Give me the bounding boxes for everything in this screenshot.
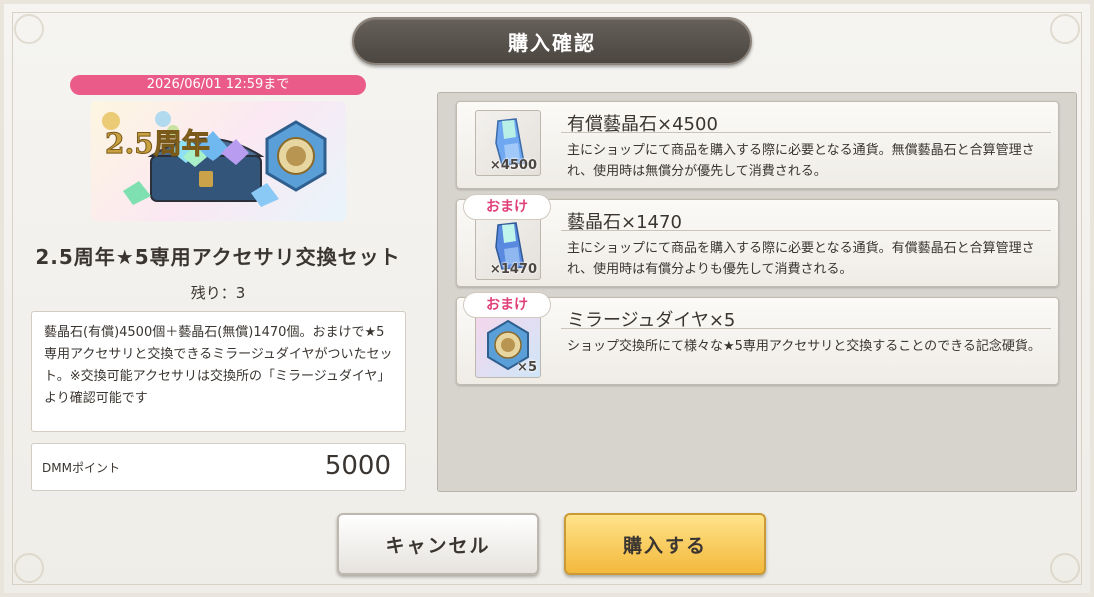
divider	[561, 328, 1051, 329]
points-label: DMMポイント	[42, 461, 120, 475]
paid-gem-icon: ×4500	[475, 110, 541, 176]
divider	[561, 230, 1051, 231]
item-count: ×1470	[489, 262, 537, 277]
item-description: ショップ交換所にて様々な★5専用アクセサリと交換することのできる記念硬貨。	[567, 339, 1041, 354]
mirage-diamond-icon: ×5	[475, 312, 541, 378]
item-description: 主にショップにて商品を購入する際に必要となる通貨。有償藝晶石と合算管理され、使用…	[567, 241, 1035, 277]
product-description: 藝晶石(有償)4500個＋藝晶石(無償)1470個。おまけで★5専用アクセサリと…	[31, 311, 406, 432]
points-field: DMMポイント 5000	[31, 443, 406, 491]
item-count: ×4500	[489, 158, 537, 173]
cancel-button[interactable]: キャンセル	[337, 513, 539, 575]
product-banner-image: 2.5周年	[91, 101, 346, 221]
banner-anniversary-text: 2.5周年	[105, 127, 210, 160]
list-item: ×4500 有償藝晶石×4500 主にショップにて商品を購入する際に必要となる通…	[456, 101, 1059, 189]
dialog-title: 購入確認	[508, 30, 596, 55]
bonus-badge: おまけ	[463, 292, 551, 318]
points-value: 5000	[324, 451, 391, 481]
item-description: 主にショップにて商品を購入する際に必要となる通貨。無償藝晶石と合算管理され、使用…	[567, 143, 1035, 179]
buy-button[interactable]: 購入する	[564, 513, 766, 575]
divider	[561, 132, 1051, 133]
corner-ornament	[14, 553, 44, 583]
corner-ornament	[1050, 14, 1080, 44]
bonus-badge: おまけ	[463, 194, 551, 220]
dialog-title-bar: 購入確認	[352, 17, 752, 65]
corner-ornament	[14, 14, 44, 44]
remaining-count: 残り：3	[190, 284, 246, 302]
treasure-chest-icon: 2.5周年	[102, 111, 327, 207]
product-title: 2.5周年★5専用アクセサリ交換セット	[35, 245, 401, 269]
corner-ornament	[1050, 553, 1080, 583]
gem-bundle-icon: ×1470	[475, 214, 541, 280]
item-count: ×5	[517, 360, 537, 375]
deadline-badge: 2026/06/01 12:59まで	[70, 75, 366, 95]
